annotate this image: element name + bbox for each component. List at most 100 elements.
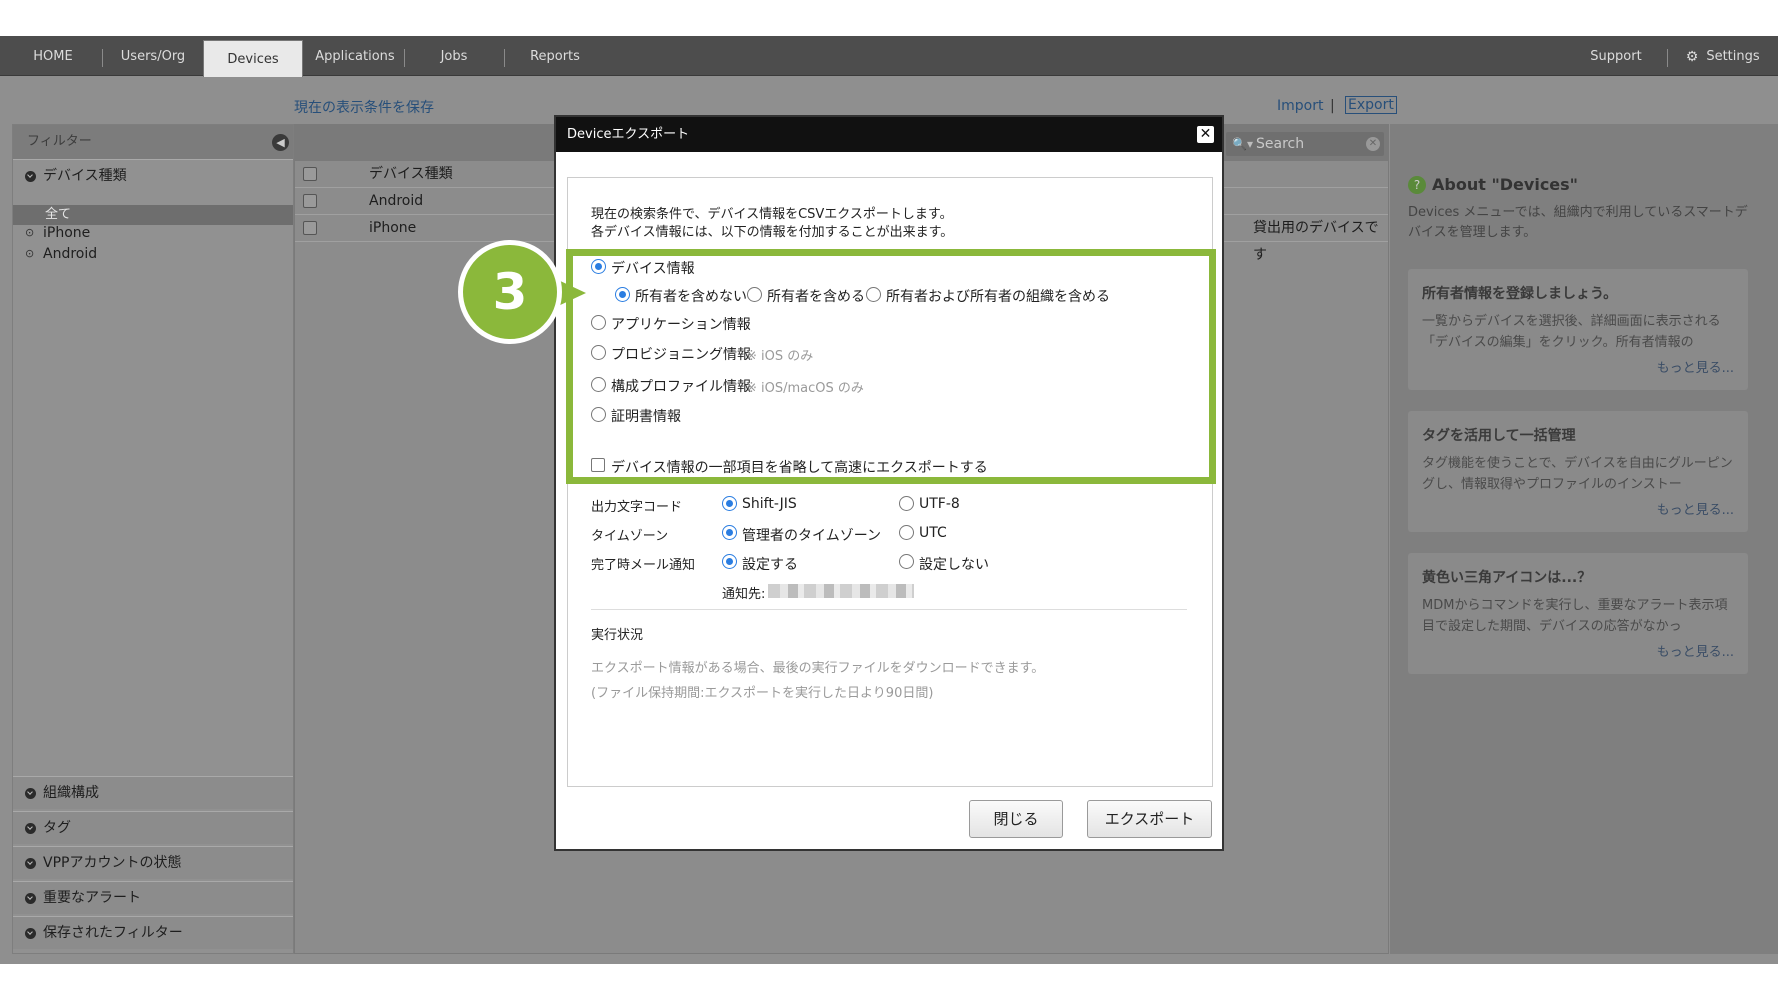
redacted-email xyxy=(768,584,914,598)
clear-icon[interactable]: ✕ xyxy=(1366,137,1380,151)
more-link[interactable]: もっと見る... xyxy=(1422,357,1734,376)
search-input[interactable]: 🔍▾ Search ✕ xyxy=(1226,132,1384,156)
tip-title: 所有者情報を登録しましょう。 xyxy=(1422,286,1618,302)
chevron-down-icon xyxy=(25,788,36,799)
label-mail: 完了時メール通知 xyxy=(591,558,696,573)
radio-mail-on[interactable] xyxy=(722,554,737,569)
label-timezone: タイムゾーン xyxy=(591,529,669,544)
step-badge: 3 xyxy=(458,240,562,344)
status-description: (ファイル保持期間:エクスポートを実行した日より90日間) xyxy=(591,686,934,701)
save-view-link[interactable]: 現在の表示条件を保存 xyxy=(294,97,434,117)
sidebar-section-tag[interactable]: タグ xyxy=(13,811,293,844)
filter-title: フィルター xyxy=(27,134,92,149)
device-type-section[interactable]: デバイス種類 xyxy=(13,159,293,192)
app-root: HOME Users/Org Devices Applications Jobs… xyxy=(0,0,1778,1000)
top-nav: HOME Users/Org Devices Applications Jobs… xyxy=(0,36,1778,77)
nav-devices[interactable]: Devices xyxy=(203,40,303,77)
sidebar-section-vpp[interactable]: VPPアカウントの状態 xyxy=(13,846,293,879)
label-notify-to: 通知先: xyxy=(722,587,766,602)
section-label: 組織構成 xyxy=(43,785,99,801)
expand-icon: ⊙ xyxy=(25,247,35,260)
nav-divider xyxy=(404,49,405,67)
about-title: About "Devices" xyxy=(1432,175,1579,194)
row-checkbox[interactable] xyxy=(303,194,317,208)
label-tz-utc: UTC xyxy=(919,525,947,541)
filter-item-iphone[interactable]: iPhone xyxy=(43,225,90,241)
nav-divider xyxy=(504,49,505,67)
chevron-down-icon xyxy=(25,171,36,182)
export-button[interactable]: エクスポート xyxy=(1087,800,1212,838)
filter-item-all[interactable]: 全て xyxy=(13,205,293,225)
label-encoding: 出力文字コード xyxy=(591,500,683,515)
cell-note: 貸出用のデバイスです xyxy=(1253,220,1379,263)
status-title: 実行状況 xyxy=(591,628,644,643)
label-shift-jis: Shift-JIS xyxy=(742,496,797,512)
cell-device-type: iPhone xyxy=(369,220,417,236)
tip-card: タグを活用して一括管理 タグ機能を使うことで、デバイスを自由にグルーピングし、情… xyxy=(1408,411,1748,532)
column-device-type[interactable]: デバイス種類 xyxy=(369,161,453,188)
section-label: 重要なアラート xyxy=(43,890,141,906)
tip-card: 所有者情報を登録しましょう。 一覧からデバイスを選択後、詳細画面に表示される「デ… xyxy=(1408,269,1748,390)
radio-utf8[interactable] xyxy=(899,496,914,511)
nav-users[interactable]: Users/Org xyxy=(112,36,194,76)
filter-sidebar: フィルター ◀ デバイス種類 全て ⊙ iPhone ⊙ Android 組織構… xyxy=(12,124,294,954)
more-link[interactable]: もっと見る... xyxy=(1422,499,1734,518)
info-panel: ? About "Devices" Devices メニューでは、組織内で利用し… xyxy=(1390,124,1778,954)
chevron-down-icon xyxy=(25,893,36,904)
row-checkbox[interactable] xyxy=(303,221,317,235)
section-label: タグ xyxy=(43,820,71,836)
tip-title: タグを活用して一括管理 xyxy=(1422,428,1576,444)
nav-divider xyxy=(1667,49,1668,67)
radio-tz-admin[interactable] xyxy=(722,525,737,540)
filter-item-android[interactable]: Android xyxy=(43,246,97,262)
nav-reports[interactable]: Reports xyxy=(522,36,588,76)
filter-header: フィルター ◀ xyxy=(13,125,293,159)
close-button[interactable]: 閉じる xyxy=(969,800,1063,838)
nav-support[interactable]: Support xyxy=(1580,36,1652,76)
sidebar-section-saved[interactable]: 保存されたフィルター xyxy=(13,916,293,949)
help-icon: ? xyxy=(1408,176,1426,194)
nav-home[interactable]: HOME xyxy=(20,36,86,76)
dialog-titlebar: Deviceエクスポート ✕ xyxy=(556,117,1222,152)
radio-mail-off[interactable] xyxy=(899,554,914,569)
dialog-title: Deviceエクスポート xyxy=(567,127,690,142)
label-mail-off: 設定しない xyxy=(919,557,989,573)
dialog-description: 各デバイス情報には、以下の情報を付加することが出来ます。 xyxy=(591,225,954,240)
search-icon: 🔍▾ xyxy=(1232,137,1253,151)
sidebar-section-org[interactable]: 組織構成 xyxy=(13,776,293,809)
nav-applications[interactable]: Applications xyxy=(312,36,398,76)
nav-jobs[interactable]: Jobs xyxy=(428,36,480,76)
select-all-checkbox[interactable] xyxy=(303,167,317,181)
gear-icon[interactable]: ⚙ xyxy=(1682,36,1702,76)
section-label: VPPアカウントの状態 xyxy=(43,855,182,871)
highlight-box xyxy=(566,249,1216,484)
label-mail-on: 設定する xyxy=(742,557,798,573)
radio-tz-utc[interactable] xyxy=(899,525,914,540)
device-type-label: デバイス種類 xyxy=(43,168,127,184)
cell-device-type: Android xyxy=(369,193,424,209)
about-body: Devices メニューでは、組織内で利用しているスマートデバイスを管理します。 xyxy=(1408,205,1748,240)
chevron-down-icon xyxy=(25,823,36,834)
link-separator: | xyxy=(1330,98,1335,114)
chevron-down-icon xyxy=(25,858,36,869)
expand-icon: ⊙ xyxy=(25,226,35,239)
tip-body: 一覧からデバイスを選択後、詳細画面に表示される「デバイスの編集」をクリック。所有… xyxy=(1422,314,1721,350)
export-link[interactable]: Export xyxy=(1345,96,1397,114)
more-link[interactable]: もっと見る... xyxy=(1422,641,1734,660)
tip-title: 黄色い三角アイコンは...？ xyxy=(1422,570,1592,586)
section-label: 保存されたフィルター xyxy=(43,925,183,941)
radio-shift-jis[interactable] xyxy=(722,496,737,511)
import-link[interactable]: Import xyxy=(1277,98,1323,114)
sidebar-section-alert[interactable]: 重要なアラート xyxy=(13,881,293,914)
tip-body: MDMからコマンドを実行し、重要なアラート表示項目で設定した期間、デバイスの応答… xyxy=(1422,598,1728,634)
dialog-description: 現在の検索条件で、デバイス情報をCSVエクスポートします。 xyxy=(591,207,953,222)
close-icon[interactable]: ✕ xyxy=(1197,126,1214,143)
nav-divider xyxy=(102,49,103,67)
status-description: エクスポート情報がある場合、最後の実行ファイルをダウンロードできます。 xyxy=(591,661,1045,676)
collapse-icon[interactable]: ◀ xyxy=(272,134,289,151)
search-placeholder: Search xyxy=(1256,136,1305,152)
label-tz-admin: 管理者のタイムゾーン xyxy=(742,528,882,544)
nav-settings[interactable]: Settings xyxy=(1702,36,1764,76)
tip-card: 黄色い三角アイコンは...？ MDMからコマンドを実行し、重要なアラート表示項目… xyxy=(1408,553,1748,674)
tip-body: タグ機能を使うことで、デバイスを自由にグルーピングし、情報取得やプロファイルのイ… xyxy=(1422,456,1733,492)
